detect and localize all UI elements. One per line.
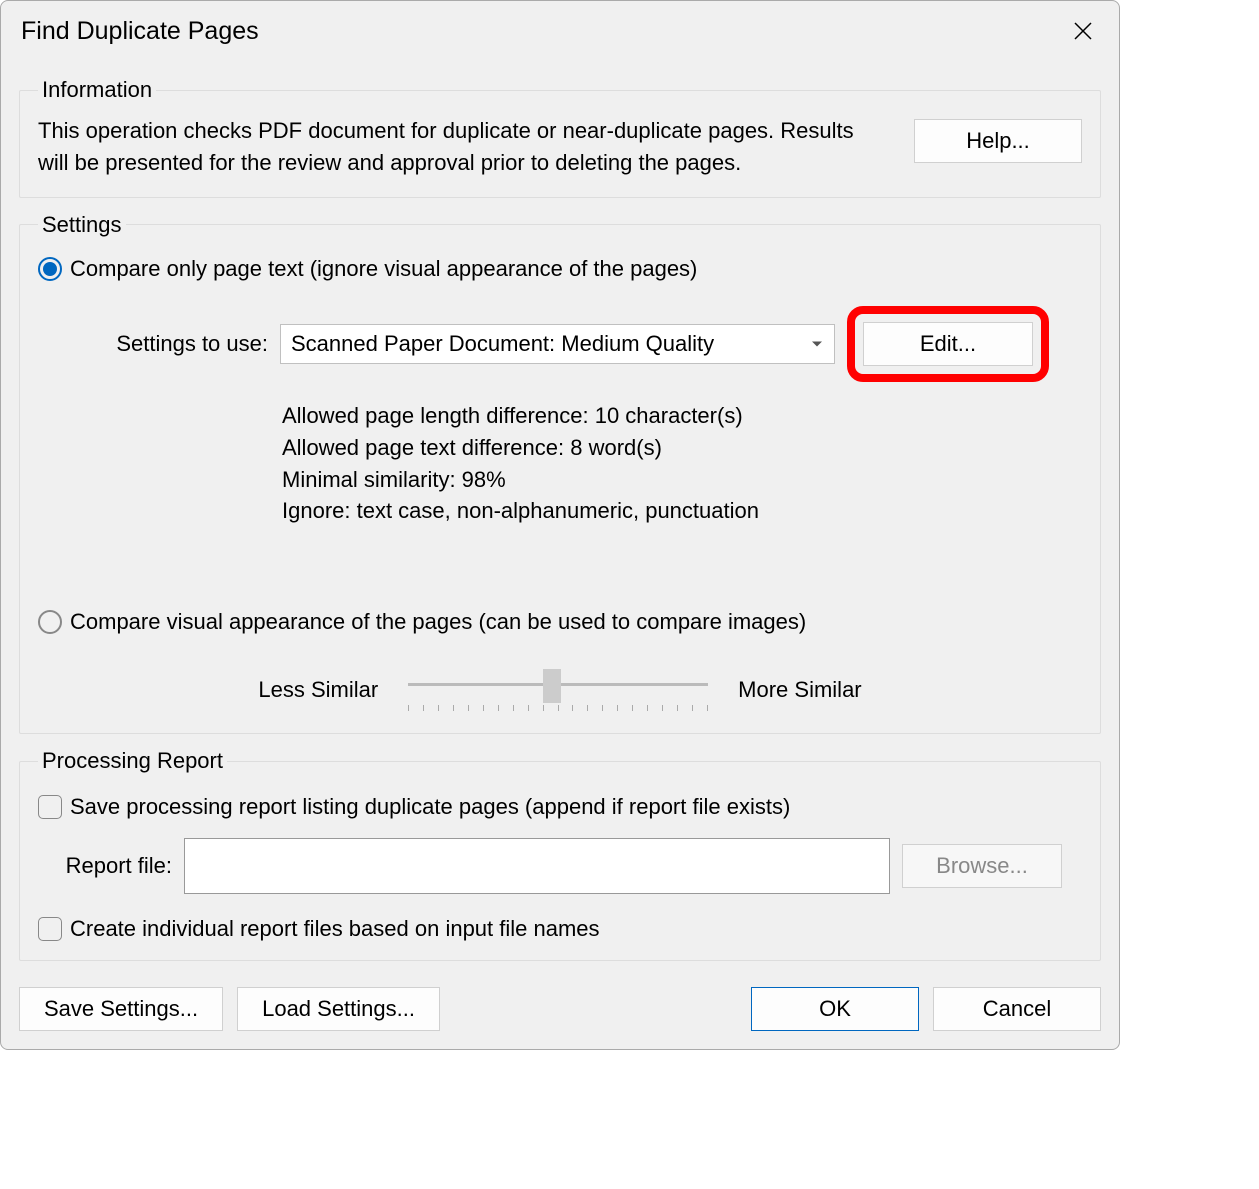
browse-button[interactable]: Browse... <box>902 844 1062 888</box>
slider-thumb[interactable] <box>543 669 561 703</box>
button-bar: Save Settings... Load Settings... OK Can… <box>1 973 1119 1049</box>
settings-legend: Settings <box>38 212 126 238</box>
processing-report-legend: Processing Report <box>38 748 227 774</box>
settings-details: Allowed page length difference: 10 chara… <box>282 400 1082 528</box>
titlebar: Find Duplicate Pages <box>1 1 1119 59</box>
similarity-slider-row: Less Similar More Similar <box>38 665 1082 715</box>
cancel-button[interactable]: Cancel <box>933 987 1101 1031</box>
save-report-checkbox-row[interactable]: Save processing report listing duplicate… <box>38 794 1082 820</box>
help-button[interactable]: Help... <box>914 119 1082 163</box>
report-file-label: Report file: <box>54 853 172 879</box>
save-report-checkbox[interactable] <box>38 795 62 819</box>
edit-button-highlight: Edit... <box>847 306 1049 382</box>
dialog-title: Find Duplicate Pages <box>21 17 259 46</box>
similarity-slider[interactable] <box>408 665 708 715</box>
less-similar-label: Less Similar <box>258 677 378 703</box>
find-duplicate-pages-dialog: Find Duplicate Pages Information This op… <box>0 0 1120 1050</box>
close-button[interactable] <box>1067 15 1099 47</box>
settings-group: Settings Compare only page text (ignore … <box>19 212 1101 735</box>
information-text: This operation checks PDF document for d… <box>38 115 874 179</box>
create-individual-checkbox-row[interactable]: Create individual report files based on … <box>38 916 1082 942</box>
detail-line-1: Allowed page length difference: 10 chara… <box>282 400 1082 432</box>
compare-visual-radio-row[interactable]: Compare visual appearance of the pages (… <box>38 609 1082 635</box>
settings-dropdown-value: Scanned Paper Document: Medium Quality <box>291 331 714 356</box>
report-file-input[interactable] <box>184 838 890 894</box>
compare-text-radio[interactable] <box>38 257 62 281</box>
dialog-content: Information This operation checks PDF do… <box>1 59 1119 973</box>
create-individual-checkbox[interactable] <box>38 917 62 941</box>
edit-button[interactable]: Edit... <box>863 322 1033 366</box>
compare-text-radio-label: Compare only page text (ignore visual ap… <box>70 256 697 282</box>
save-settings-button[interactable]: Save Settings... <box>19 987 223 1031</box>
save-report-checkbox-label: Save processing report listing duplicate… <box>70 794 790 820</box>
close-icon <box>1073 21 1093 41</box>
settings-dropdown[interactable]: Scanned Paper Document: Medium Quality <box>280 324 835 364</box>
button-bar-left: Save Settings... Load Settings... <box>19 987 440 1031</box>
information-legend: Information <box>38 77 156 103</box>
detail-line-4: Ignore: text case, non-alphanumeric, pun… <box>282 495 1082 527</box>
compare-text-radio-row[interactable]: Compare only page text (ignore visual ap… <box>38 256 1082 282</box>
report-file-row: Report file: Browse... <box>54 838 1082 894</box>
more-similar-label: More Similar <box>738 677 861 703</box>
settings-to-use-label: Settings to use: <box>78 331 268 357</box>
settings-to-use-row: Settings to use: Scanned Paper Document:… <box>78 306 1082 382</box>
compare-visual-radio[interactable] <box>38 610 62 634</box>
create-individual-checkbox-label: Create individual report files based on … <box>70 916 600 942</box>
compare-visual-radio-label: Compare visual appearance of the pages (… <box>70 609 806 635</box>
ok-button[interactable]: OK <box>751 987 919 1031</box>
detail-line-2: Allowed page text difference: 8 word(s) <box>282 432 1082 464</box>
slider-ticks <box>408 705 708 713</box>
information-row: This operation checks PDF document for d… <box>38 115 1082 179</box>
detail-line-3: Minimal similarity: 98% <box>282 464 1082 496</box>
button-bar-right: OK Cancel <box>751 987 1101 1031</box>
information-group: Information This operation checks PDF do… <box>19 77 1101 198</box>
load-settings-button[interactable]: Load Settings... <box>237 987 440 1031</box>
processing-report-group: Processing Report Save processing report… <box>19 748 1101 961</box>
